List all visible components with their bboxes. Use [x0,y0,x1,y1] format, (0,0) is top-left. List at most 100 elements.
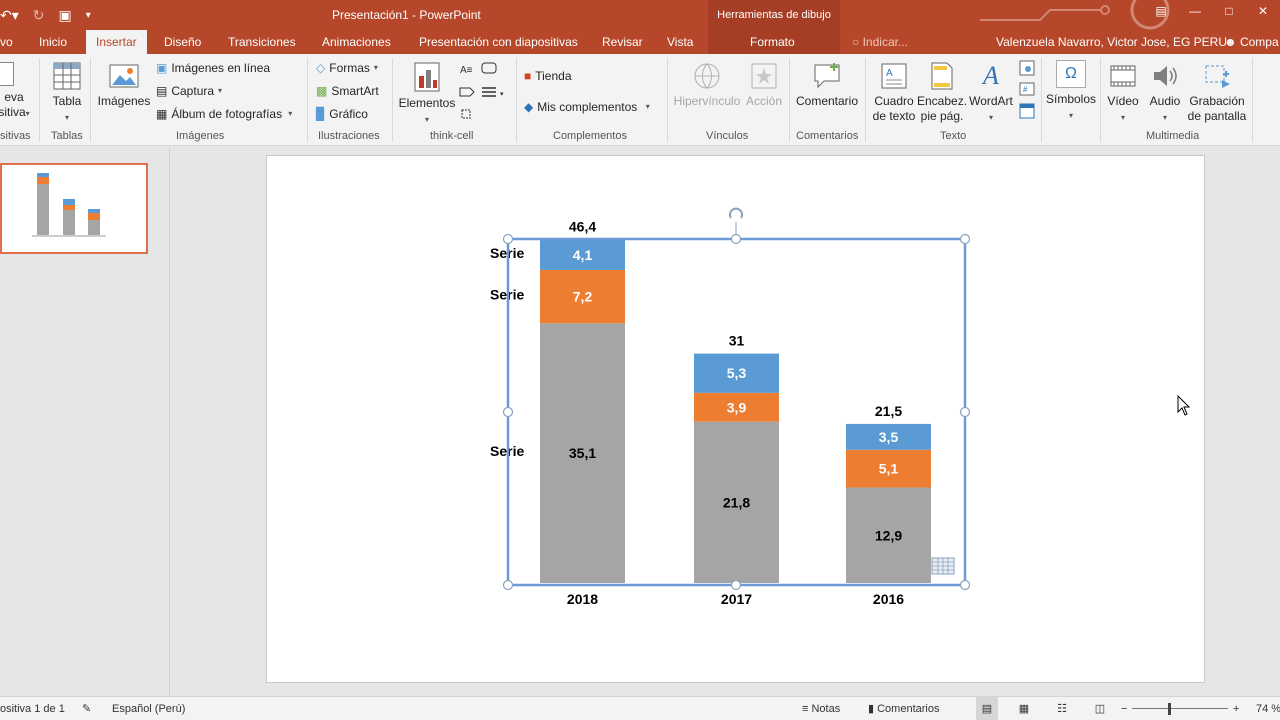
share-button[interactable]: ☻ Compa [1224,30,1279,54]
textbox-button[interactable]: A Cuadro de texto [868,62,920,124]
ribbon-display-icon[interactable]: ▤ [1144,0,1178,22]
wordart-button[interactable]: A WordArt ▾ [966,62,1016,125]
zoom-slider[interactable] [1132,697,1228,720]
resize-handle-left[interactable] [502,406,514,418]
tab-design[interactable]: Diseño [156,30,209,54]
tab-format[interactable]: Formato [742,30,803,54]
resize-handle-right[interactable] [959,406,971,418]
notes-button[interactable]: ≡ Notas [802,697,840,720]
total-label: 21,5 [875,403,902,419]
group-separator [1100,58,1101,142]
symbols-button[interactable]: Ω Símbolos ▾ [1044,60,1098,123]
zoom-out-icon[interactable]: − [1121,697,1127,720]
normal-view-icon[interactable]: ▤ [976,697,998,720]
action-star-icon [751,63,777,89]
resize-handle-top-left[interactable] [502,233,514,245]
globe-picture-icon: ▣ [156,61,168,75]
language-indicator[interactable]: Español (Perú) [112,697,185,720]
person-icon: ☻ [1224,35,1240,49]
data-label: 35,1 [569,445,596,461]
tell-me-search[interactable]: ○ Indicar... [852,30,908,54]
undo-icon[interactable]: ↶▾ [0,7,19,24]
data-label: 7,2 [573,289,593,305]
comments-button[interactable]: ▮ Comentarios [868,697,939,720]
data-label: 4,1 [573,247,593,263]
elements-button[interactable]: Elementos ▾ [398,62,456,127]
datasheet-icon[interactable] [931,557,955,575]
close-icon[interactable]: ✕ [1246,0,1280,22]
group-separator [39,58,40,142]
title-bar: ↶▾ ↻ ▣ ▾ Presentación1 - PowerPoint Herr… [0,0,1280,30]
tab-review[interactable]: Revisar [594,30,651,54]
group-separator [307,58,308,142]
shapes-icon: ◇ [316,61,326,75]
comment-button[interactable]: Comentario [794,62,860,109]
images-button[interactable]: Imágenes [96,62,152,109]
data-label: 21,8 [723,494,750,510]
symbols-label: Símbolos [1045,92,1097,106]
online-images-button[interactable]: ▣ Imágenes en línea [156,58,270,78]
table-button[interactable]: Tabla ▾ [48,62,86,125]
data-label: 3,9 [727,399,747,415]
tab-home[interactable]: Inicio [31,30,75,54]
spellcheck-icon[interactable]: ✎ [82,697,91,720]
customize-qat-icon[interactable]: ▾ [86,10,91,21]
zoom-in-icon[interactable]: + [1233,697,1239,720]
photo-album-label: Álbum de fotografías [171,107,283,121]
minimize-icon[interactable]: — [1178,0,1212,22]
user-name[interactable]: Valenzuela Navarro, Victor Jose, EG PERU [996,30,1227,54]
slide-sorter-icon[interactable]: ▦ [1014,697,1034,720]
resize-handle-bottom-left[interactable] [502,579,514,591]
svg-text:A: A [886,68,893,79]
screenshot-button[interactable]: ▤ Captura ▾ [156,81,222,101]
redo-icon[interactable]: ↻ [33,7,45,24]
zoom-slider-thumb[interactable] [1168,703,1171,715]
chart-button[interactable]: ▉ Gráfico [316,104,368,124]
store-icon: ■ [524,69,532,83]
reading-view-icon[interactable]: ☷ [1052,697,1072,720]
my-addins-button[interactable]: ◆ Mis complementos ▾ [524,97,650,117]
screen-recording-button[interactable]: Grabación de pantalla [1186,62,1248,124]
resize-handle-top[interactable] [730,233,742,245]
group-separator [392,58,393,142]
rotate-handle-icon[interactable] [729,207,743,219]
stacked-bar-chart[interactable]: 35,1 7,2 4,1 46,4 2018 21,8 3,9 5,3 31 2017 12,9 5,… [267,156,1206,684]
hyperlink-button[interactable]: Hipervínculo [672,62,742,109]
store-button[interactable]: ■ Tienda [524,66,572,86]
smartart-button[interactable]: ▩ SmartArt [316,81,379,101]
resize-handle-top-right[interactable] [959,233,971,245]
tab-transitions[interactable]: Transiciones [220,30,304,54]
category-label: 2018 [567,591,598,607]
total-label: 31 [729,333,745,349]
tab-insert[interactable]: Insertar [86,30,147,54]
new-slide-button[interactable]: eva sitiva▾ [0,62,34,121]
tab-slideshow[interactable]: Presentación con diapositivas [411,30,586,54]
text-small-icons[interactable]: # [1019,60,1037,124]
slide-thumbnail-1[interactable] [0,163,148,254]
chart-icon: ▉ [316,107,326,121]
screen-recording-icon [1205,65,1230,88]
slide-canvas[interactable]: 35,1 7,2 4,1 46,4 2018 21,8 3,9 5,3 31 2017 12,9 5,… [266,155,1205,683]
thinkcell-shape-icons[interactable]: A≡ ▾ [458,60,512,124]
my-addins-label: Mis complementos [537,100,638,114]
video-button[interactable]: Vídeo ▾ [1102,62,1144,125]
maximize-icon[interactable]: □ [1212,0,1246,22]
category-label: 2016 [873,591,904,607]
tell-me-label: Indicar... [862,35,908,49]
store-label: Tienda [535,69,572,83]
audio-button[interactable]: Audio ▾ [1145,62,1185,125]
resize-handle-bottom[interactable] [730,579,742,591]
header-footer-button[interactable]: Encabez. pie pág. [917,62,967,124]
screen-recording-label-1: Grabación [1189,94,1245,108]
tab-file[interactable]: vo [0,30,21,54]
ribbon-insert: eva sitiva▾ sitivas Tabla ▾ Tablas Imágen… [0,54,1280,146]
resize-handle-bottom-right[interactable] [959,579,971,591]
photo-album-button[interactable]: ▦ Álbum de fotografías ▾ [156,104,292,124]
shapes-button[interactable]: ◇ Formas ▾ [316,58,378,78]
action-button[interactable]: Acción [744,62,784,109]
zoom-level[interactable]: 74 % [1256,697,1280,720]
tab-view[interactable]: Vista [659,30,701,54]
slideshow-view-icon[interactable]: ◫ [1090,697,1110,720]
start-slideshow-icon[interactable]: ▣ [59,7,72,24]
tab-animations[interactable]: Animaciones [314,30,399,54]
